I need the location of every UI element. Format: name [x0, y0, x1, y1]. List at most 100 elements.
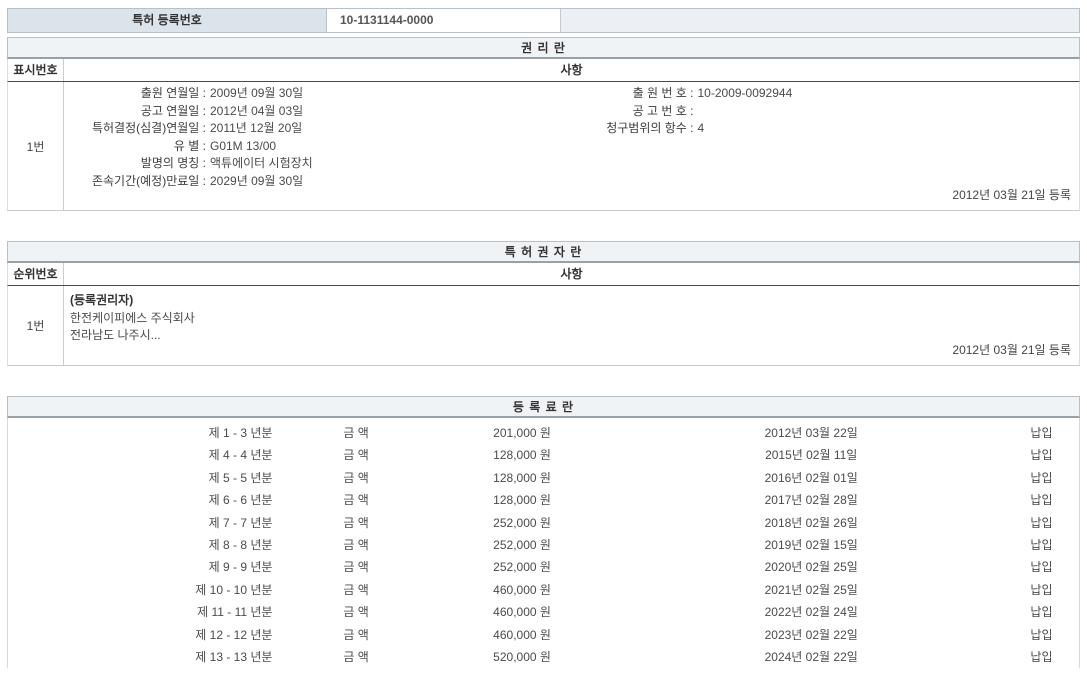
field-label: 발명의 명칭 : [64, 155, 206, 173]
rights-header-row: 표시번호 사항 [7, 59, 1080, 82]
field-label: 특허결정(심결)연월일 : [64, 120, 206, 138]
holder-section: 특 허 권 자 란 순위번호 사항 1번 (등록권리자) 한전케이피에스 주식회… [7, 241, 1080, 366]
registration-number-label: 특허 등록번호 [8, 9, 327, 32]
field-value [694, 103, 698, 121]
fee-amount-label: 금 액 [286, 422, 425, 444]
fee-amount-label: 금 액 [286, 512, 425, 534]
fee-paid-status: 납입 [1004, 467, 1079, 489]
field-value: 2009년 09월 30일 [206, 85, 303, 103]
field-label: 출 원 번 호 : [572, 85, 694, 103]
fee-paid-status: 납입 [1004, 579, 1079, 601]
rights-details-cell: 출원 연월일 : 2009년 09월 30일 공고 연월일 : 2012년 04… [64, 82, 1079, 210]
details-header: 사항 [64, 263, 1079, 285]
fee-amount-label: 금 액 [286, 467, 425, 489]
display-number-header: 표시번호 [8, 59, 64, 81]
field-value: 10-2009-0092944 [694, 85, 793, 103]
patent-register-page: 특허 등록번호 10-1131144-0000 권 리 란 표시번호 사항 1번… [0, 0, 1087, 675]
rights-section: 권 리 란 표시번호 사항 1번 출원 연월일 : 2009년 09월 30일 [7, 37, 1080, 211]
fee-paid-date: 2017년 02월 28일 [618, 489, 1004, 511]
fee-paid-status: 납입 [1004, 512, 1079, 534]
field-line: 존속기간(예정)만료일 : 2029년 09월 30일 [64, 173, 572, 191]
fee-amount: 252,000 원 [426, 534, 619, 556]
field-value: G01M 13/00 [206, 138, 276, 156]
rights-row-number: 1번 [8, 82, 64, 210]
fee-row: 제 10 - 10 년분 금 액 460,000 원 2021년 02월 25일… [8, 579, 1079, 601]
fee-paid-date: 2021년 02월 25일 [618, 579, 1004, 601]
fee-row: 제 9 - 9 년분 금 액 252,000 원 2020년 02월 25일 납… [8, 556, 1079, 578]
field-line: 공고 연월일 : 2012년 04월 03일 [64, 103, 572, 121]
fee-paid-date: 2019년 02월 15일 [618, 534, 1004, 556]
fee-term: 제 7 - 7 년분 [8, 512, 286, 534]
fee-paid-status: 납입 [1004, 422, 1079, 444]
field-label: 출원 연월일 : [64, 85, 206, 103]
fee-amount-label: 금 액 [286, 646, 425, 668]
field-value: 액튜에이터 시험장치 [206, 155, 313, 173]
fee-row: 제 11 - 11 년분 금 액 460,000 원 2022년 02월 24일… [8, 601, 1079, 623]
fee-amount: 128,000 원 [426, 489, 619, 511]
holder-body-row: 1번 (등록권리자) 한전케이피에스 주식회사 전라남도 나주시... 2012… [7, 286, 1080, 366]
field-label: 공고 연월일 : [64, 103, 206, 121]
holder-name: 한전케이피에스 주식회사 [70, 310, 1079, 328]
fee-paid-status: 납입 [1004, 601, 1079, 623]
fee-amount: 520,000 원 [426, 646, 619, 668]
rank-number-header: 순위번호 [8, 263, 64, 285]
fee-row: 제 12 - 12 년분 금 액 460,000 원 2023년 02월 22일… [8, 624, 1079, 646]
fee-amount-label: 금 액 [286, 579, 425, 601]
rights-section-title: 권 리 란 [7, 37, 1080, 59]
fee-amount: 252,000 원 [426, 556, 619, 578]
registration-number-filler [561, 9, 1079, 32]
fee-term: 제 9 - 9 년분 [8, 556, 286, 578]
holder-details-cell: (등록권리자) 한전케이피에스 주식회사 전라남도 나주시... 2012년 0… [64, 286, 1079, 365]
fee-paid-status: 납입 [1004, 489, 1079, 511]
fee-paid-date: 2024년 02월 22일 [618, 646, 1004, 668]
field-value: 2029년 09월 30일 [206, 173, 303, 191]
fee-amount: 460,000 원 [426, 579, 619, 601]
field-line: 출 원 번 호 : 10-2009-0092944 [572, 85, 1080, 103]
field-value: 4 [694, 120, 705, 138]
field-line: 출원 연월일 : 2009년 09월 30일 [64, 85, 572, 103]
holder-header-row: 순위번호 사항 [7, 263, 1080, 286]
fee-row: 제 1 - 3 년분 금 액 201,000 원 2012년 03월 22일 납… [8, 422, 1079, 444]
field-line: 특허결정(심결)연월일 : 2011년 12월 20일 [64, 120, 572, 138]
fee-amount-label: 금 액 [286, 444, 425, 466]
fee-term: 제 11 - 11 년분 [8, 601, 286, 623]
details-header: 사항 [64, 59, 1079, 81]
rights-left-fields: 출원 연월일 : 2009년 09월 30일 공고 연월일 : 2012년 04… [64, 85, 572, 190]
fee-amount-label: 금 액 [286, 601, 425, 623]
holder-row-number: 1번 [8, 286, 64, 365]
fee-term: 제 8 - 8 년분 [8, 534, 286, 556]
registration-number-value: 10-1131144-0000 [327, 9, 561, 32]
fee-paid-date: 2020년 02월 25일 [618, 556, 1004, 578]
fee-section-title: 등 록 료 란 [7, 396, 1080, 418]
fee-paid-status: 납입 [1004, 556, 1079, 578]
fee-amount: 128,000 원 [426, 467, 619, 489]
fee-amount-label: 금 액 [286, 489, 425, 511]
fee-row: 제 8 - 8 년분 금 액 252,000 원 2019년 02월 15일 납… [8, 534, 1079, 556]
fee-amount-label: 금 액 [286, 534, 425, 556]
rights-body-row: 1번 출원 연월일 : 2009년 09월 30일 공고 연월일 : [7, 82, 1080, 211]
holder-address: 전라남도 나주시... [70, 327, 1079, 345]
field-label: 존속기간(예정)만료일 : [64, 173, 206, 191]
fee-paid-date: 2018년 02월 26일 [618, 512, 1004, 534]
fee-paid-date: 2016년 02월 01일 [618, 467, 1004, 489]
field-label: 청구범위의 항수 : [572, 120, 694, 138]
fee-amount: 128,000 원 [426, 444, 619, 466]
fee-paid-date: 2022년 02월 24일 [618, 601, 1004, 623]
fee-amount: 460,000 원 [426, 601, 619, 623]
fee-amount: 201,000 원 [426, 422, 619, 444]
field-line: 청구범위의 항수 : 4 [572, 120, 1080, 138]
fee-amount-label: 금 액 [286, 624, 425, 646]
fee-paid-date: 2023년 02월 22일 [618, 624, 1004, 646]
field-label: 공 고 번 호 : [572, 103, 694, 121]
fee-paid-status: 납입 [1004, 444, 1079, 466]
fee-row: 제 6 - 6 년분 금 액 128,000 원 2017년 02월 28일 납… [8, 489, 1079, 511]
fee-term: 제 4 - 4 년분 [8, 444, 286, 466]
fee-paid-date: 2015년 02월 11일 [618, 444, 1004, 466]
fee-row: 제 13 - 13 년분 금 액 520,000 원 2024년 02월 22일… [8, 646, 1079, 668]
fee-table: 제 1 - 3 년분 금 액 201,000 원 2012년 03월 22일 납… [7, 418, 1080, 668]
fee-paid-status: 납입 [1004, 624, 1079, 646]
fee-term: 제 1 - 3 년분 [8, 422, 286, 444]
holder-type: (등록권리자) [70, 292, 1079, 310]
registration-number-row: 특허 등록번호 10-1131144-0000 [7, 8, 1080, 33]
fee-section: 등 록 료 란 제 1 - 3 년분 금 액 201,000 원 2012년 0… [7, 396, 1080, 668]
